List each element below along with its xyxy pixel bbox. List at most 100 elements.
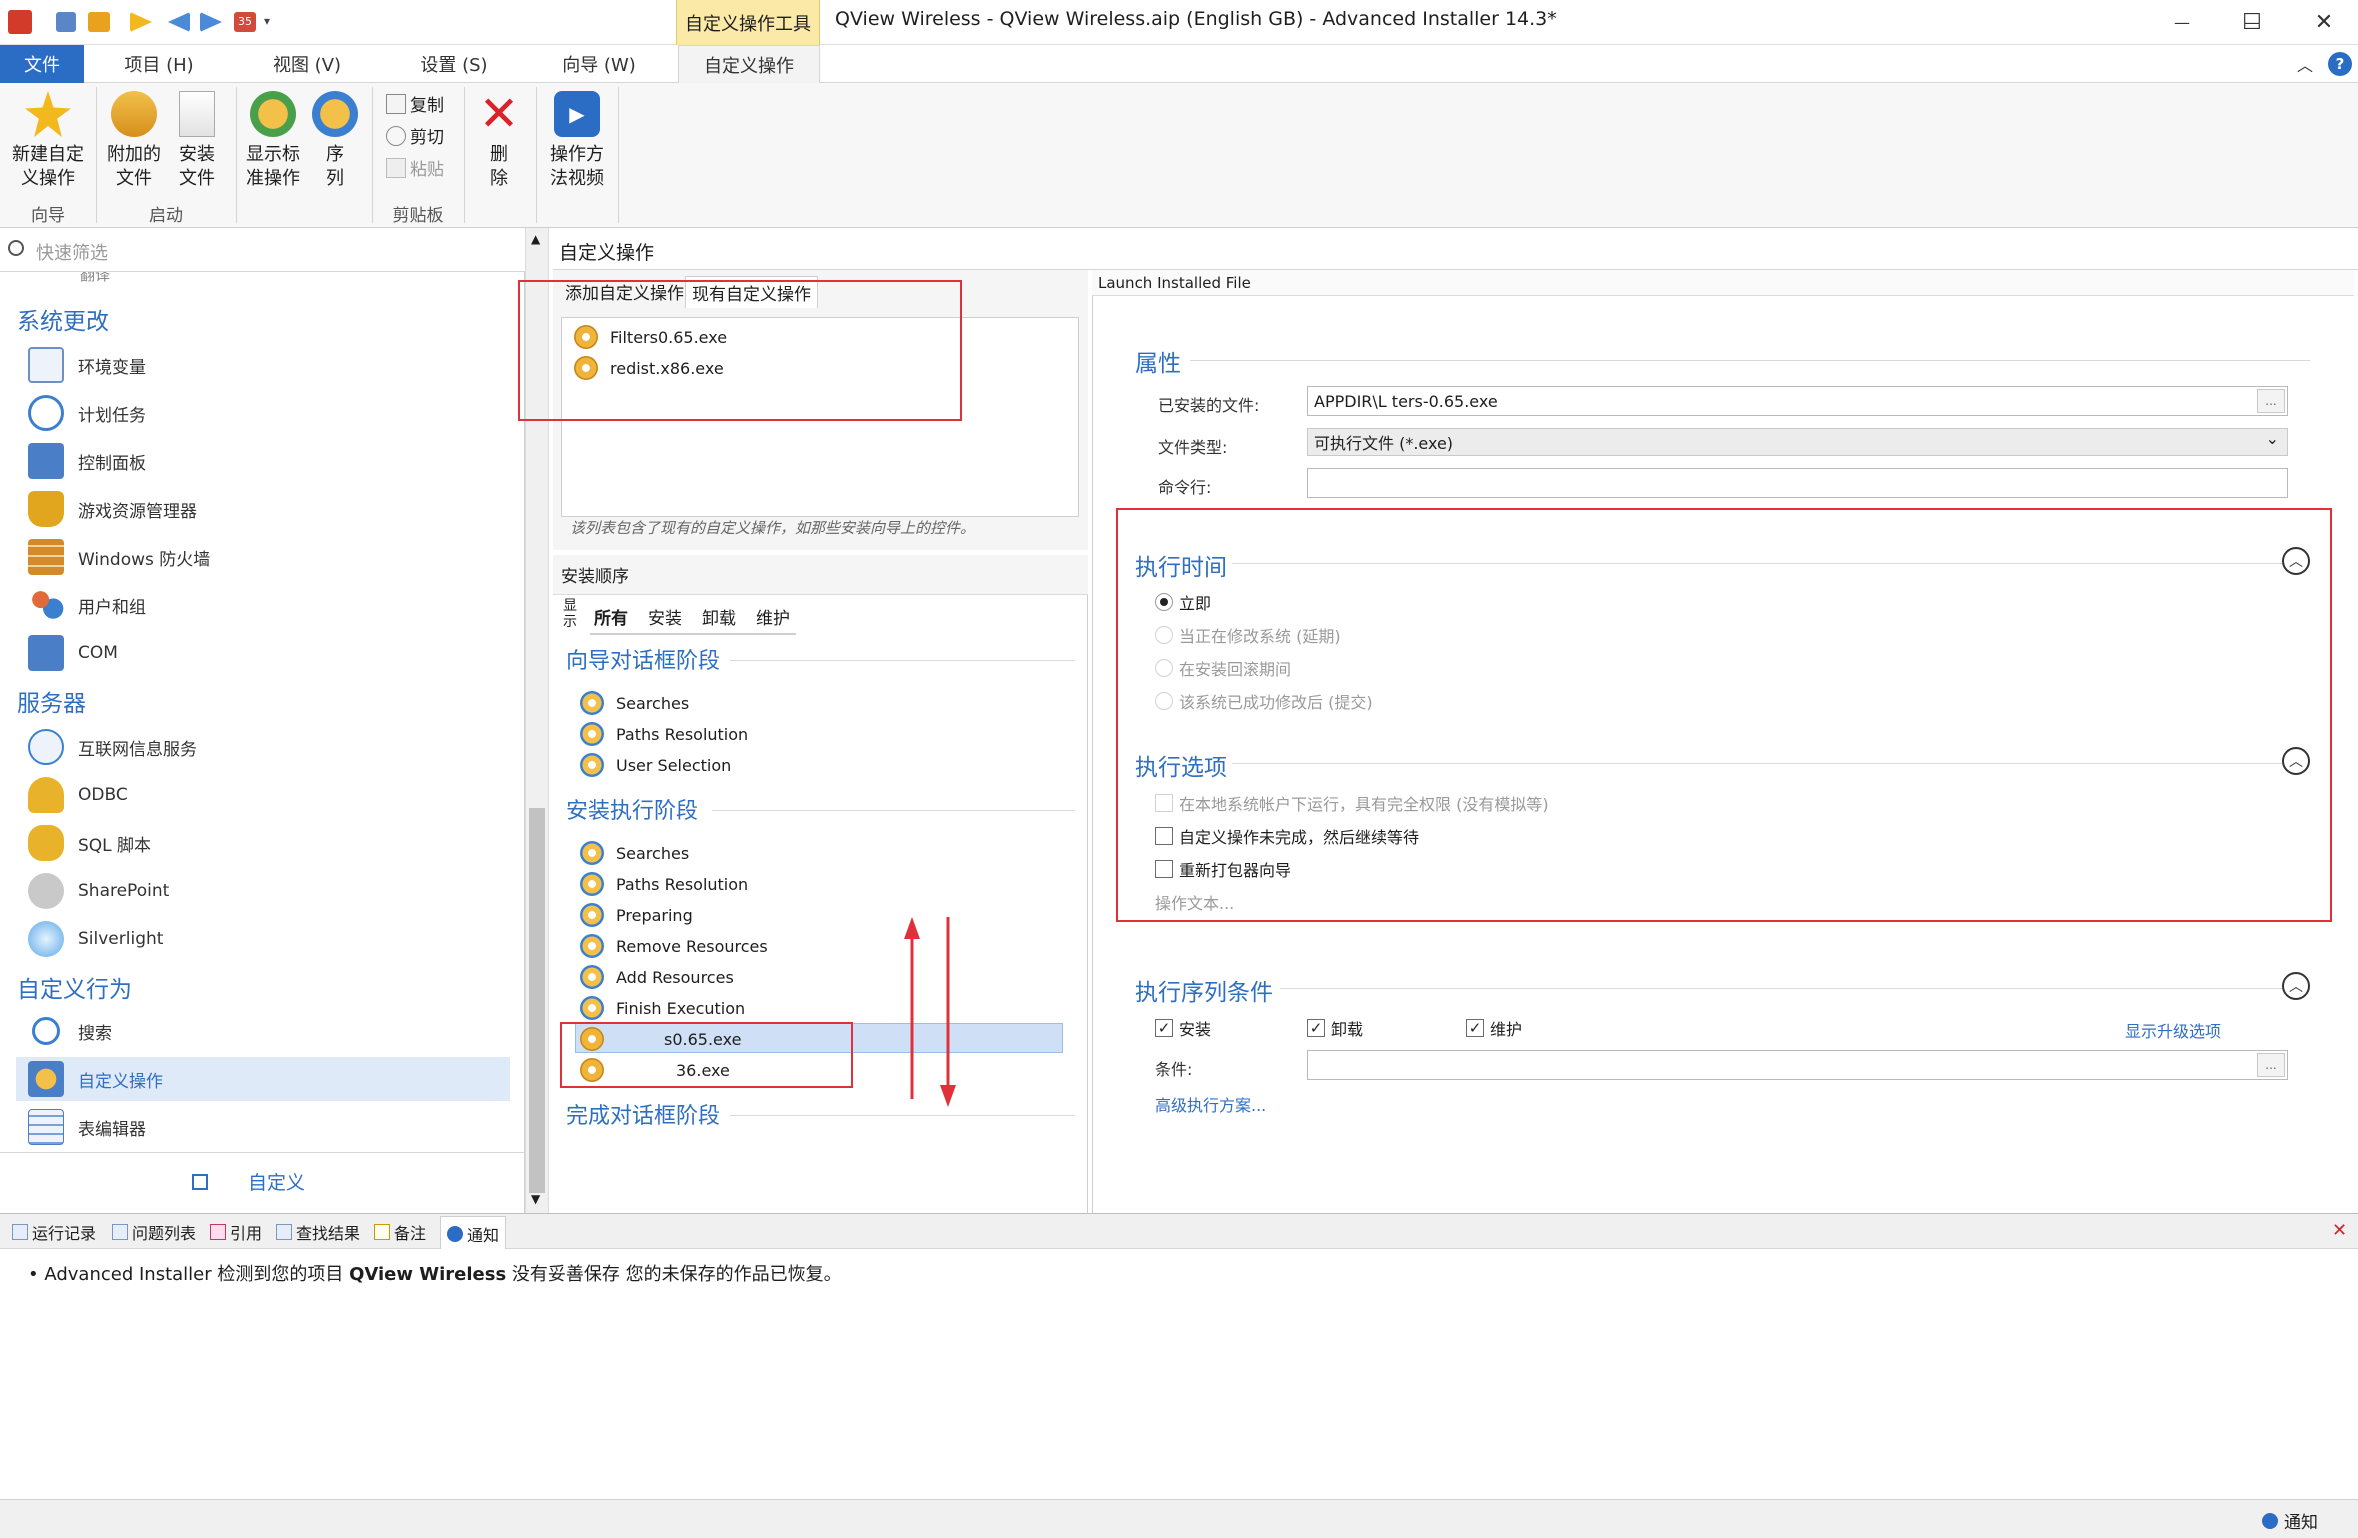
tab-view[interactable]: 视图 (V) [248, 45, 366, 83]
tab-file[interactable]: 文件 [0, 45, 84, 83]
ribbon: 新建自定 义操作 附加的 文件 安装 文件 显示标 准操作 序 列 复制 剪切 … [0, 83, 2358, 228]
ribbon-collapse-icon[interactable]: ︿ [2290, 45, 2320, 83]
collapse-conditions[interactable]: ︿ [2282, 972, 2310, 1000]
chevron-down-icon: ⌄ [2265, 429, 2279, 448]
cmdline-input[interactable] [1307, 468, 2288, 498]
file-type-select[interactable]: 可执行文件 (*.exe) ⌄ [1307, 428, 2288, 456]
sequence-row[interactable]: User Selection [580, 750, 731, 780]
show-standard-actions-button[interactable]: 显示标 准操作 [240, 91, 306, 191]
seq-tab-all[interactable]: 所有 [594, 604, 628, 629]
sequence-label: 序 列 [326, 144, 344, 189]
seq-tab-install[interactable]: 安装 [648, 604, 682, 629]
checkbox-indicator: ✓ [1155, 1019, 1173, 1037]
filter-placeholder[interactable]: 快速筛选 [36, 239, 108, 265]
seq-tab-maintenance[interactable]: 维护 [756, 604, 790, 629]
maximize-window-button[interactable]: ☐ [2218, 0, 2286, 45]
close-panel-icon[interactable]: ✕ [2332, 1220, 2347, 1241]
nav-silverlight[interactable]: Silverlight [28, 917, 508, 961]
database-plug-icon [28, 777, 64, 813]
checkbox-uninstall[interactable]: ✓ 卸载 [1307, 1014, 1363, 1042]
notes-icon [374, 1224, 390, 1240]
sequence-row[interactable]: Finish Execution [580, 993, 745, 1023]
checkbox-install-label: 安装 [1179, 1020, 1212, 1039]
reorder-arrows [904, 917, 956, 1107]
quick-filter-bar[interactable]: 快速筛选 [0, 228, 525, 272]
installed-file-field[interactable]: APPDIR\L ters-0.65.exe ... [1307, 386, 2288, 416]
tab-run-log-label: 运行记录 [32, 1224, 97, 1243]
tab-settings[interactable]: 设置 (S) [395, 45, 513, 83]
show-upgrade-options-link[interactable]: 显示升级选项 [2125, 1018, 2221, 1042]
calendar-icon[interactable]: 35 [234, 12, 256, 32]
forward-icon[interactable] [200, 12, 222, 32]
minimize-window-button[interactable]: — [2148, 0, 2216, 45]
nav-sql[interactable]: SQL 脚本 [28, 821, 508, 865]
nav-sharepoint[interactable]: SharePoint [28, 869, 508, 913]
sequence-row[interactable]: Searches [580, 688, 689, 718]
nav-custom-actions[interactable]: 自定义操作 [16, 1057, 510, 1101]
attached-file-button[interactable]: 附加的 文件 [102, 91, 166, 191]
customize-button[interactable]: 自定义 [192, 1168, 305, 1195]
sequence-row[interactable]: Add Resources [580, 962, 734, 992]
tab-custom-actions[interactable]: 自定义操作 [678, 45, 820, 84]
left-footer-divider [0, 1152, 525, 1153]
checkbox-install[interactable]: ✓ 安装 [1155, 1014, 1211, 1042]
save-icon[interactable] [56, 12, 76, 32]
advanced-execution-link[interactable]: 高级执行方案... [1155, 1092, 1266, 1116]
nav-search[interactable]: 搜索 [28, 1009, 508, 1053]
sequence-row[interactable]: Remove Resources [580, 931, 768, 961]
section-sequence-conditions: 执行序列条件 [1135, 980, 1273, 1006]
nav-com[interactable]: COM [28, 631, 508, 675]
install-file-button[interactable]: 安装 文件 [168, 91, 226, 191]
sequence-row[interactable]: Paths Resolution [580, 869, 748, 899]
nav-firewall[interactable]: Windows 防火墙 [28, 535, 508, 579]
nav-table-editor[interactable]: 表编辑器 [28, 1105, 508, 1149]
sequence-row[interactable]: Paths Resolution [580, 719, 748, 749]
sequence-button[interactable]: 序 列 [306, 91, 364, 191]
copy-button[interactable]: 复制 [386, 91, 444, 116]
arrow-up-head [904, 917, 920, 939]
tab-problems[interactable]: 问题列表 [112, 1220, 196, 1244]
how-to-video-button[interactable]: ▶ 操作方 法视频 [542, 91, 612, 191]
nav-search-label: 搜索 [78, 1023, 112, 1044]
condition-input[interactable]: ... [1307, 1050, 2288, 1080]
seq-tab-uninstall[interactable]: 卸载 [702, 604, 736, 629]
nav-users-groups[interactable]: 用户和组 [28, 583, 508, 627]
nav-control-panel[interactable]: 控制面板 [28, 439, 508, 483]
group-label-wizard: 向导 [31, 206, 65, 226]
tab-find-results[interactable]: 查找结果 [276, 1220, 360, 1244]
tab-problems-label: 问题列表 [132, 1224, 197, 1243]
back-icon[interactable] [168, 12, 190, 32]
nav-iis[interactable]: 互联网信息服务 [28, 725, 508, 769]
nav-game-explorer[interactable]: 游戏资源管理器 [28, 487, 508, 531]
new-custom-action-button[interactable]: 新建自定 义操作 [6, 91, 90, 191]
sequence-row-label: Searches [616, 693, 690, 713]
cut-button[interactable]: 剪切 [386, 123, 444, 148]
tab-wizard[interactable]: 向导 (W) [540, 45, 658, 83]
nav-odbc[interactable]: ODBC [28, 773, 508, 817]
tab-project[interactable]: 项目 (H) [100, 45, 218, 83]
clipboard-icon [386, 157, 406, 178]
nav-table-editor-label: 表编辑器 [78, 1119, 146, 1140]
nav-scheduled-tasks[interactable]: 计划任务 [28, 391, 508, 435]
browse-button[interactable]: ... [2257, 389, 2285, 413]
nav-partial-item: 翻译 [28, 272, 110, 284]
status-notifications[interactable]: 通知 [2262, 1508, 2318, 1533]
run-icon[interactable] [130, 12, 152, 32]
tab-notes[interactable]: 备注 [374, 1220, 426, 1244]
scroll-up-icon[interactable]: ▲ [531, 232, 540, 246]
delete-button[interactable]: ✕ 删 除 [468, 90, 530, 191]
tab-run-log[interactable]: 运行记录 [12, 1220, 96, 1244]
quick-access-dropdown-icon[interactable]: ▾ [264, 14, 270, 28]
scroll-thumb[interactable] [529, 808, 545, 1193]
tab-notifications[interactable]: 通知 [440, 1216, 507, 1250]
sequence-row[interactable]: Preparing [580, 900, 693, 930]
tab-references[interactable]: 引用 [210, 1220, 262, 1244]
build-icon[interactable] [88, 12, 110, 32]
nav-env-vars[interactable]: 环境变量 [28, 343, 508, 387]
close-window-button[interactable]: ✕ [2290, 0, 2358, 45]
help-icon[interactable]: ? [2328, 52, 2352, 76]
sequence-row[interactable]: Searches [580, 838, 689, 868]
condition-browse-button[interactable]: ... [2257, 1053, 2285, 1077]
checkbox-maintenance[interactable]: ✓ 维护 [1466, 1014, 1522, 1042]
scroll-down-icon[interactable]: ▼ [531, 1192, 540, 1206]
